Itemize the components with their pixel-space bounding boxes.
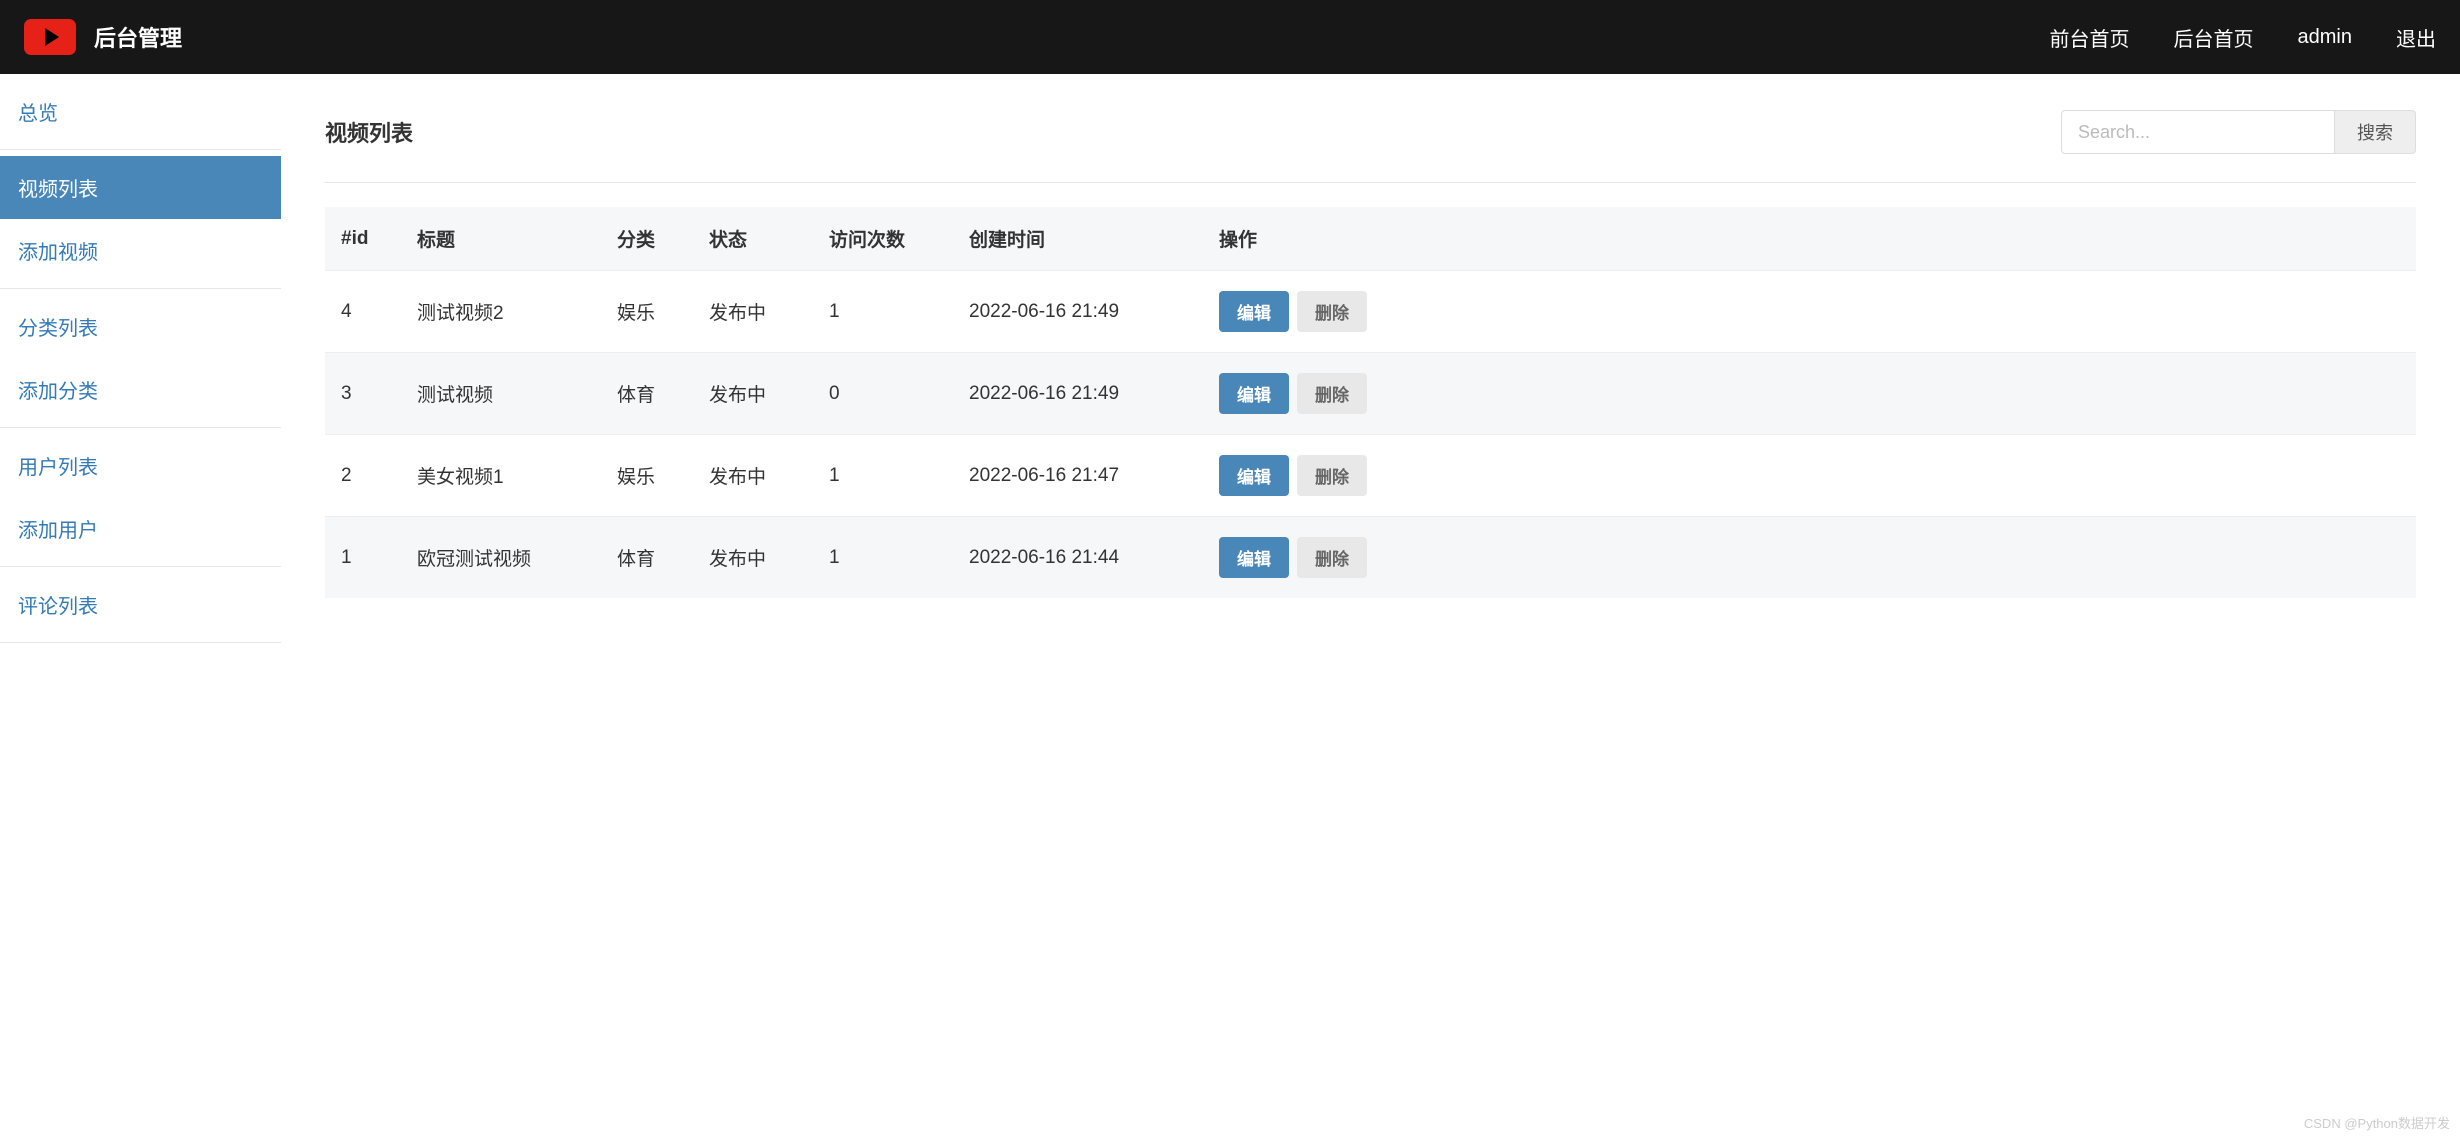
cell-views: 0 (817, 353, 957, 435)
divider (325, 182, 2416, 183)
sidebar-item[interactable]: 添加视频 (0, 219, 281, 282)
sidebar-item[interactable]: 分类列表 (0, 295, 281, 358)
cell-created: 2022-06-16 21:44 (957, 517, 1207, 599)
nav-logout-link[interactable]: 退出 (2396, 23, 2436, 52)
table-row: 3测试视频体育发布中02022-06-16 21:49编辑删除 (325, 353, 2416, 435)
search-button[interactable]: 搜索 (2335, 110, 2416, 154)
delete-button[interactable]: 删除 (1297, 537, 1367, 578)
sidebar-item[interactable]: 用户列表 (0, 434, 281, 497)
play-icon (45, 28, 59, 46)
edit-button[interactable]: 编辑 (1219, 455, 1289, 496)
nav-user-link[interactable]: admin (2298, 26, 2352, 49)
cell-title: 测试视频 (405, 353, 605, 435)
col-title: 标题 (405, 207, 605, 271)
col-views: 访问次数 (817, 207, 957, 271)
brand-title: 后台管理 (94, 21, 182, 53)
delete-button[interactable]: 删除 (1297, 373, 1367, 414)
page-title: 视频列表 (325, 116, 413, 148)
cell-id: 3 (325, 353, 405, 435)
cell-status: 发布中 (697, 353, 817, 435)
cell-views: 1 (817, 271, 957, 353)
logo-icon[interactable] (24, 19, 76, 55)
sidebar: 总览视频列表添加视频分类列表添加分类用户列表添加用户评论列表 (0, 74, 281, 643)
cell-views: 1 (817, 435, 957, 517)
cell-category: 体育 (605, 353, 697, 435)
cell-created: 2022-06-16 21:47 (957, 435, 1207, 517)
cell-created: 2022-06-16 21:49 (957, 353, 1207, 435)
table-row: 2美女视频1娱乐发布中12022-06-16 21:47编辑删除 (325, 435, 2416, 517)
cell-category: 娱乐 (605, 435, 697, 517)
cell-status: 发布中 (697, 435, 817, 517)
cell-status: 发布中 (697, 271, 817, 353)
sidebar-item[interactable]: 添加用户 (0, 497, 281, 560)
cell-actions: 编辑删除 (1207, 435, 2416, 517)
sidebar-item[interactable]: 总览 (0, 80, 281, 143)
delete-button[interactable]: 删除 (1297, 455, 1367, 496)
cell-id: 4 (325, 271, 405, 353)
delete-button[interactable]: 删除 (1297, 291, 1367, 332)
nav-front-link[interactable]: 前台首页 (2050, 23, 2130, 52)
sidebar-item[interactable]: 视频列表 (0, 156, 281, 219)
cell-id: 2 (325, 435, 405, 517)
col-category: 分类 (605, 207, 697, 271)
col-created: 创建时间 (957, 207, 1207, 271)
cell-views: 1 (817, 517, 957, 599)
cell-category: 体育 (605, 517, 697, 599)
col-status: 状态 (697, 207, 817, 271)
search-input[interactable] (2061, 110, 2335, 154)
cell-id: 1 (325, 517, 405, 599)
table-row: 1欧冠测试视频体育发布中12022-06-16 21:44编辑删除 (325, 517, 2416, 599)
edit-button[interactable]: 编辑 (1219, 291, 1289, 332)
cell-title: 美女视频1 (405, 435, 605, 517)
edit-button[interactable]: 编辑 (1219, 373, 1289, 414)
cell-title: 测试视频2 (405, 271, 605, 353)
video-table: #id 标题 分类 状态 访问次数 创建时间 操作 4测试视频2娱乐发布中120… (325, 207, 2416, 598)
sidebar-item[interactable]: 添加分类 (0, 358, 281, 421)
sidebar-item[interactable]: 评论列表 (0, 573, 281, 636)
watermark: CSDN @Python数据开发 (2304, 1113, 2450, 1132)
cell-actions: 编辑删除 (1207, 271, 2416, 353)
edit-button[interactable]: 编辑 (1219, 537, 1289, 578)
content-area: 视频列表 搜索 #id 标题 分类 状态 访问次数 创建时间 操作 (281, 74, 2460, 643)
search-box: 搜索 (2061, 110, 2416, 154)
col-actions: 操作 (1207, 207, 2416, 271)
cell-actions: 编辑删除 (1207, 353, 2416, 435)
cell-created: 2022-06-16 21:49 (957, 271, 1207, 353)
cell-actions: 编辑删除 (1207, 517, 2416, 599)
col-id: #id (325, 207, 405, 271)
cell-status: 发布中 (697, 517, 817, 599)
nav-back-link[interactable]: 后台首页 (2174, 23, 2254, 52)
cell-category: 娱乐 (605, 271, 697, 353)
table-header-row: #id 标题 分类 状态 访问次数 创建时间 操作 (325, 207, 2416, 271)
table-row: 4测试视频2娱乐发布中12022-06-16 21:49编辑删除 (325, 271, 2416, 353)
header: 后台管理 前台首页 后台首页 admin 退出 (0, 0, 2460, 74)
cell-title: 欧冠测试视频 (405, 517, 605, 599)
